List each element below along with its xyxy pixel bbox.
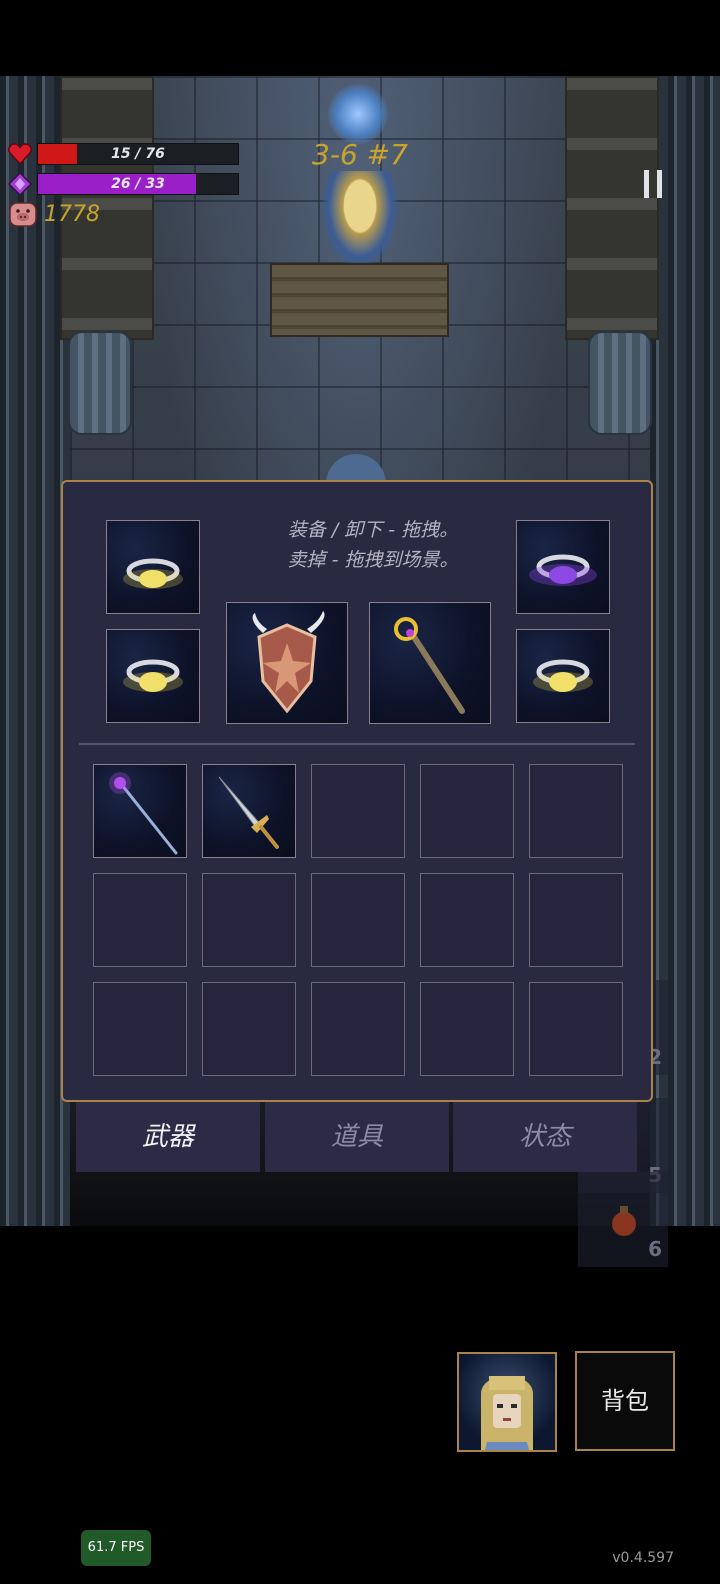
quick-slot-count: 6 xyxy=(648,1237,662,1261)
character-portrait-button[interactable] xyxy=(457,1352,557,1452)
bag-slot-1[interactable] xyxy=(93,764,187,858)
heart-icon xyxy=(8,143,32,165)
bookshelf-right xyxy=(565,76,659,340)
tab-status[interactable]: 状态 xyxy=(453,1102,637,1172)
mp-bar: 26 / 33 xyxy=(37,173,239,195)
equip-slot-ring-3[interactable] xyxy=(106,629,200,723)
bag-slot-3[interactable] xyxy=(311,764,405,858)
equip-slot-ring-4[interactable] xyxy=(516,629,610,723)
hint-equip: 装备 / 卸下 - 拖拽。 xyxy=(287,519,459,541)
hp-bar: 15 / 76 xyxy=(37,143,239,165)
shop-table[interactable] xyxy=(270,263,449,337)
bag-slot-13[interactable] xyxy=(311,982,405,1076)
bag-slot-15[interactable] xyxy=(529,982,623,1076)
bag-slot-5[interactable] xyxy=(529,764,623,858)
ring-purple-icon xyxy=(529,554,597,586)
golden-staff-icon xyxy=(394,617,465,714)
mp-row: 26 / 33 xyxy=(8,173,239,195)
version-label: v0.4.597 xyxy=(612,1550,674,1566)
bag-slot-12[interactable] xyxy=(202,982,296,1076)
winged-shield-icon xyxy=(252,611,325,714)
inventory-panel: 装备 / 卸下 - 拖拽。 卖掉 - 拖拽到场景。 xyxy=(61,480,653,1102)
silver-sword-icon xyxy=(218,776,279,849)
magic-orb xyxy=(328,84,388,144)
pause-button[interactable] xyxy=(644,170,664,198)
bag-slot-8[interactable] xyxy=(311,873,405,967)
equip-slot-ring-1[interactable] xyxy=(106,520,200,614)
panel-divider xyxy=(79,743,635,745)
mana-crystal-icon xyxy=(8,173,32,195)
ring-gold-icon xyxy=(123,558,183,589)
potion-icon xyxy=(612,1206,636,1236)
pause-icon-bar xyxy=(657,170,662,198)
inventory-hint: 装备 / 卸下 - 拖拽。 卖掉 - 拖拽到场景。 xyxy=(273,515,473,575)
hp-row: 15 / 76 xyxy=(8,143,239,165)
purple-wand-icon xyxy=(109,772,178,855)
piggy-bank-icon xyxy=(9,202,37,227)
bag-slot-7[interactable] xyxy=(202,873,296,967)
mp-text: 26 / 33 xyxy=(111,176,165,192)
gold-amount: 1778 xyxy=(44,201,100,227)
bag-slot-14[interactable] xyxy=(420,982,514,1076)
barrel-right xyxy=(588,331,652,435)
equip-slot-ring-2[interactable] xyxy=(516,520,610,614)
bag-slot-9[interactable] xyxy=(420,873,514,967)
fps-counter: 61.7 FPS xyxy=(81,1530,151,1566)
bag-slot-10[interactable] xyxy=(529,873,623,967)
shopkeeper-npc[interactable] xyxy=(320,171,400,271)
gold-row: 1778 xyxy=(8,200,100,228)
bag-slot-2[interactable] xyxy=(202,764,296,858)
hero-avatar xyxy=(481,1376,533,1450)
bag-slot-6[interactable] xyxy=(93,873,187,967)
bag-slot-4[interactable] xyxy=(420,764,514,858)
tab-items[interactable]: 道具 xyxy=(265,1102,449,1172)
stage-indicator: 3-6 #7 xyxy=(312,138,408,171)
barrel-left xyxy=(68,331,132,435)
hint-sell: 卖掉 - 拖拽到场景。 xyxy=(287,549,459,571)
quick-slot-6[interactable]: 6 xyxy=(578,1172,668,1267)
bag-slot-11[interactable] xyxy=(93,982,187,1076)
tab-weapons[interactable]: 武器 xyxy=(76,1102,260,1172)
ring-gold-icon xyxy=(123,659,183,692)
ring-gold-icon xyxy=(533,659,593,692)
backpack-button[interactable]: 背包 xyxy=(575,1351,675,1451)
equip-slot-weapon[interactable] xyxy=(369,602,491,724)
equip-slot-armor[interactable] xyxy=(226,602,348,724)
hp-text: 15 / 76 xyxy=(111,146,165,162)
pause-icon xyxy=(644,170,649,198)
